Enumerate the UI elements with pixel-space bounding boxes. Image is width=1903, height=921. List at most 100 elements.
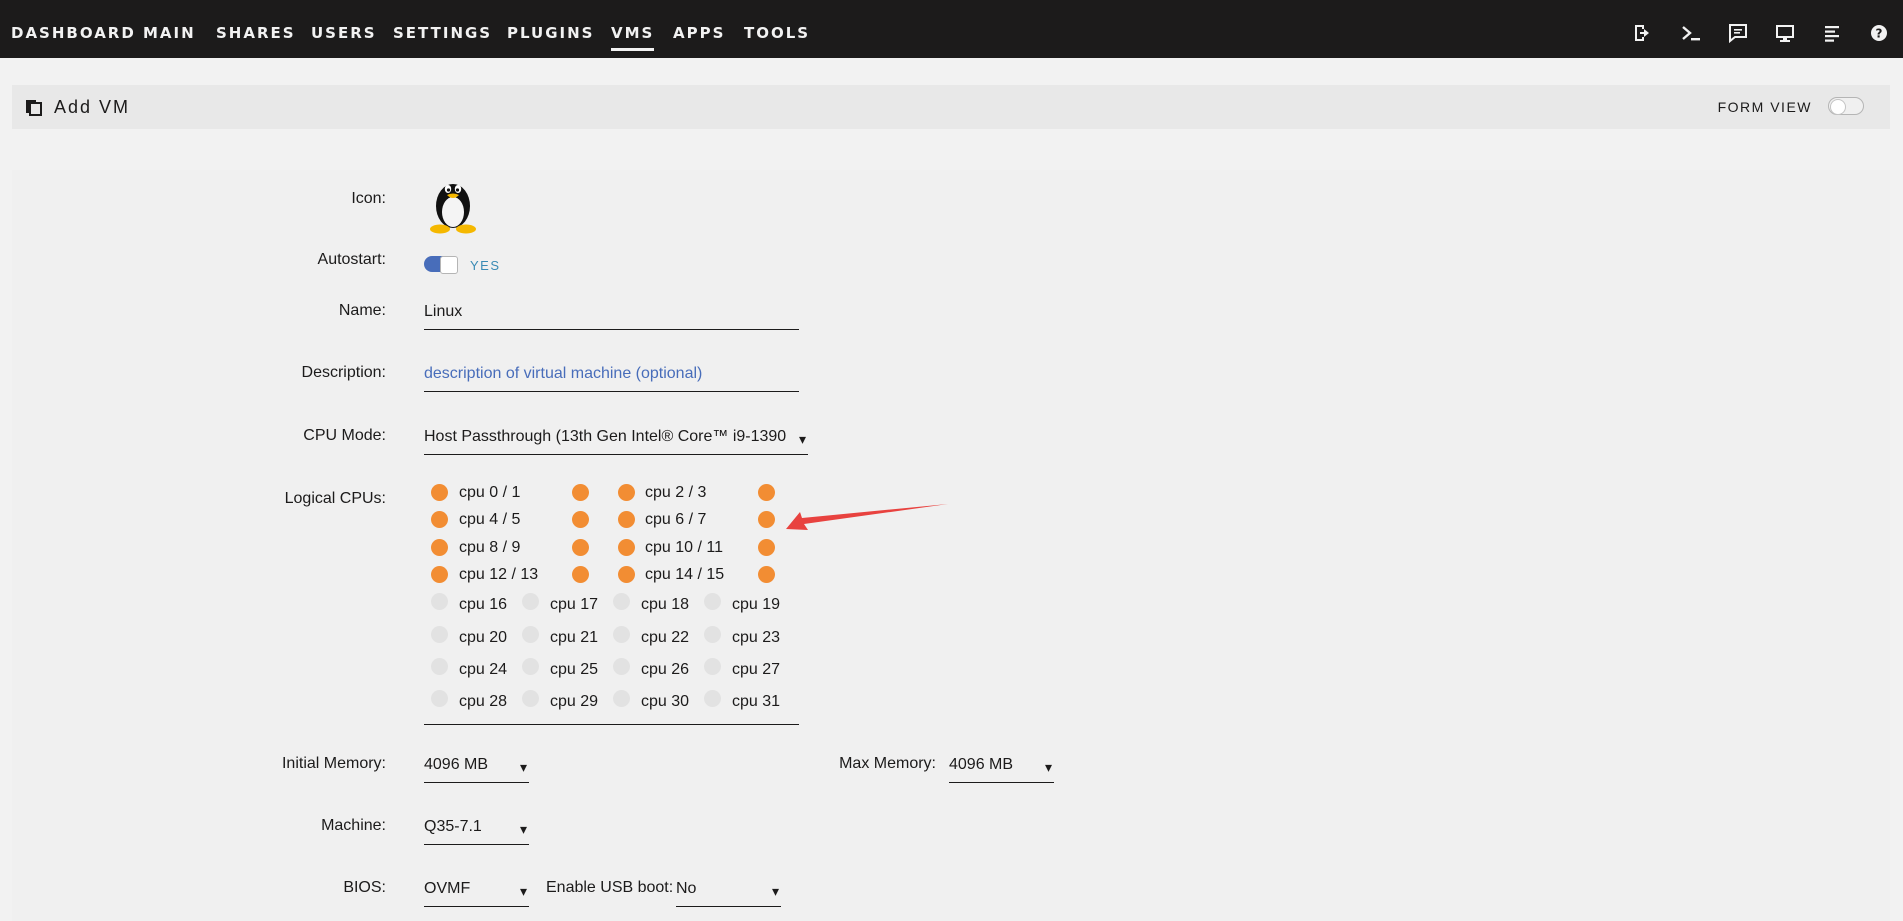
cpu-label: cpu 2 / 3 <box>645 484 707 501</box>
cpu-mode-value: Host Passthrough (13th Gen Intel® Core™ … <box>424 428 787 445</box>
cpu-label: cpu 18 <box>641 596 690 613</box>
cpu-label: cpu 8 / 9 <box>459 539 521 556</box>
bios-select[interactable]: OVMF ▾ <box>424 879 529 907</box>
cpu-checkbox[interactable] <box>522 658 539 675</box>
autostart-label: Autostart: <box>317 251 386 268</box>
log-icon[interactable] <box>1821 22 1843 44</box>
cpu-checkbox[interactable] <box>613 690 630 707</box>
chevron-down-icon: ▾ <box>798 431 806 447</box>
cpu-label: cpu 12 / 13 <box>459 566 539 583</box>
icon-label: Icon: <box>351 190 386 207</box>
chevron-down-icon: ▾ <box>519 821 527 837</box>
cpu-label: cpu 25 <box>550 661 599 678</box>
cpu-checkbox[interactable] <box>431 566 448 583</box>
max-memory-value: 4096 MB <box>949 756 1014 773</box>
cpu-checkbox[interactable] <box>431 593 448 610</box>
cpu-label: cpu 20 <box>459 629 508 646</box>
logical-cpus-label: Logical CPUs: <box>284 490 386 507</box>
name-label: Name: <box>338 302 386 319</box>
cpu-checkbox[interactable] <box>758 539 775 556</box>
cpu-label: cpu 30 <box>641 693 690 710</box>
cpu-label: cpu 17 <box>550 596 599 613</box>
cpu-checkbox[interactable] <box>618 566 635 583</box>
cpu-checkbox[interactable] <box>618 539 635 556</box>
logout-icon[interactable] <box>1632 22 1654 44</box>
cpu-checkbox[interactable] <box>431 539 448 556</box>
cpu-checkbox[interactable] <box>704 593 721 610</box>
initial-memory-label: Initial Memory: <box>281 755 386 772</box>
autostart-toggle[interactable] <box>424 256 458 274</box>
form-view-toggle[interactable] <box>1828 97 1864 115</box>
description-label: Description: <box>301 364 386 381</box>
cpu-checkbox[interactable] <box>704 658 721 675</box>
cpu-checkbox[interactable] <box>572 484 589 501</box>
cpu-checkbox[interactable] <box>572 511 589 528</box>
description-input[interactable]: description of virtual machine (optional… <box>424 364 799 392</box>
page-header: Add VM FORM VIEW <box>12 85 1890 129</box>
cpu-label: cpu 21 <box>550 629 599 646</box>
machine-label: Machine: <box>321 817 386 834</box>
chevron-down-icon: ▾ <box>519 759 527 775</box>
cpu-checkbox[interactable] <box>613 658 630 675</box>
initial-memory-select[interactable]: 4096 MB ▾ <box>424 755 529 783</box>
cpu-label: cpu 0 / 1 <box>459 484 521 501</box>
help-icon[interactable]: ? <box>1868 22 1890 44</box>
copy-icon <box>24 97 44 117</box>
tab-dashboard[interactable]: DASHBOARD <box>11 24 136 42</box>
cpu-checkbox[interactable] <box>758 511 775 528</box>
vm-form-panel <box>12 170 1890 921</box>
cpu-checkbox[interactable] <box>431 626 448 643</box>
tab-vms[interactable]: VMS <box>611 24 655 51</box>
name-input[interactable]: Linux <box>424 302 799 330</box>
cpu-checkbox[interactable] <box>758 484 775 501</box>
autostart-state: YES <box>470 258 501 273</box>
tab-shares[interactable]: SHARES <box>216 24 296 42</box>
cpu-mode-label: CPU Mode: <box>303 427 386 444</box>
cpu-mode-select[interactable]: Host Passthrough (13th Gen Intel® Core™ … <box>424 427 808 455</box>
linux-tux-icon[interactable] <box>428 174 478 234</box>
tab-users[interactable]: USERS <box>311 24 377 42</box>
feedback-icon[interactable] <box>1727 22 1749 44</box>
cpu-checkbox[interactable] <box>572 566 589 583</box>
max-memory-select[interactable]: 4096 MB ▾ <box>949 755 1054 783</box>
initial-memory-value: 4096 MB <box>424 756 489 773</box>
tab-main[interactable]: MAIN <box>143 24 196 42</box>
tab-plugins[interactable]: PLUGINS <box>507 24 594 42</box>
cpu-label: cpu 16 <box>459 596 508 613</box>
chevron-down-icon: ▾ <box>519 883 527 899</box>
cpu-label: cpu 27 <box>732 661 781 678</box>
usb-boot-value: No <box>676 880 697 897</box>
cpu-label: cpu 14 / 15 <box>645 566 725 583</box>
cpu-checkbox[interactable] <box>522 626 539 643</box>
cpu-checkbox[interactable] <box>618 511 635 528</box>
cpu-label: cpu 6 / 7 <box>645 511 707 528</box>
cpu-label: cpu 10 / 11 <box>645 539 723 556</box>
annotation-arrow-icon <box>780 500 950 541</box>
cpu-checkbox[interactable] <box>613 626 630 643</box>
cpu-checkbox[interactable] <box>613 593 630 610</box>
cpu-checkbox[interactable] <box>758 566 775 583</box>
cpu-checkbox[interactable] <box>431 484 448 501</box>
max-memory-label: Max Memory: <box>839 755 936 772</box>
tab-settings[interactable]: SETTINGS <box>393 24 492 42</box>
cpu-checkbox[interactable] <box>618 484 635 501</box>
cpu-checkbox[interactable] <box>704 690 721 707</box>
machine-select[interactable]: Q35-7.1 ▾ <box>424 817 529 845</box>
cpu-checkbox[interactable] <box>431 690 448 707</box>
tab-apps[interactable]: APPS <box>673 24 725 42</box>
cpu-checkbox[interactable] <box>431 658 448 675</box>
cpu-checkbox[interactable] <box>522 690 539 707</box>
cpu-label: cpu 19 <box>732 596 781 613</box>
cpu-checkbox[interactable] <box>522 593 539 610</box>
usb-boot-select[interactable]: No ▾ <box>676 879 781 907</box>
terminal-icon[interactable] <box>1680 22 1702 44</box>
tab-tools[interactable]: TOOLS <box>744 24 810 42</box>
cpu-checkbox[interactable] <box>572 539 589 556</box>
display-icon[interactable] <box>1774 22 1796 44</box>
machine-value: Q35-7.1 <box>424 818 482 835</box>
cpu-checkbox[interactable] <box>431 511 448 528</box>
page-title: Add VM <box>54 97 131 117</box>
chevron-down-icon: ▾ <box>771 883 779 899</box>
cpu-checkbox[interactable] <box>704 626 721 643</box>
cpu-label: cpu 24 <box>459 661 508 678</box>
